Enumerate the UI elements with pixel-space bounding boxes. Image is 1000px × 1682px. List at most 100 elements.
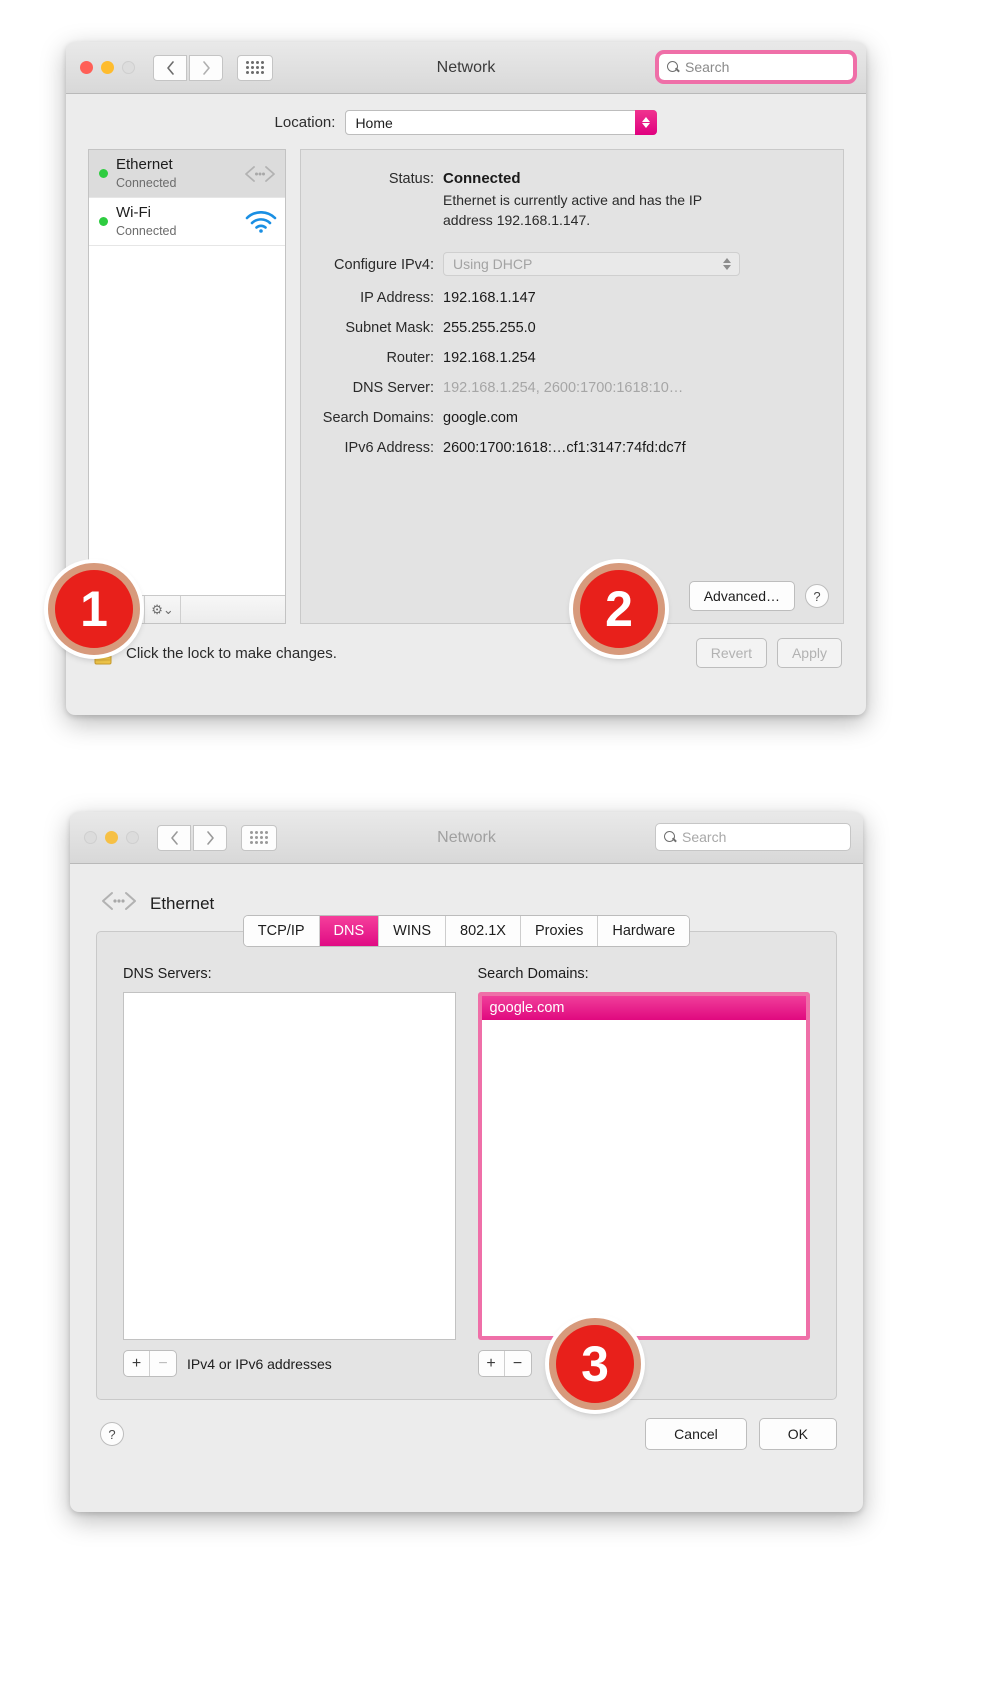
dns-servers-column: DNS Servers: + − IPv4 or IPv6 addresses — [123, 966, 456, 1377]
status-value: Connected — [443, 170, 521, 187]
sidebar-item-wifi[interactable]: Wi-Fi Connected — [89, 198, 285, 246]
revert-button[interactable]: Revert — [695, 638, 767, 668]
chevron-updown-icon[interactable] — [723, 258, 731, 270]
search-icon — [664, 830, 677, 844]
tab-hardware[interactable]: Hardware — [598, 916, 690, 946]
tab-8021x[interactable]: 802.1X — [446, 916, 521, 946]
status-dot-green — [99, 217, 108, 226]
dns-servers-list[interactable] — [123, 992, 456, 1340]
services-list: Ethernet Connected Wi-Fi Connected — [89, 150, 285, 595]
service-status: Connected — [116, 175, 177, 190]
dns-servers-title: DNS Servers: — [123, 966, 212, 982]
search-icon — [667, 60, 680, 74]
search-placeholder: Search — [682, 829, 727, 845]
tab-dns[interactable]: DNS — [319, 916, 380, 946]
dns-servers-addremove: + − — [123, 1350, 177, 1377]
ethernet-icon — [243, 164, 277, 184]
tab-wins[interactable]: WINS — [379, 916, 447, 946]
tab-bar: TCP/IP DNS WINS 802.1X Proxies Hardware — [97, 915, 836, 947]
table-row: Router: 192.168.1.254 — [301, 350, 821, 366]
service-name: Ethernet — [116, 155, 173, 173]
configure-ipv4-select[interactable]: Using DHCP — [443, 252, 740, 276]
zoom-button[interactable] — [126, 831, 139, 844]
forward-button[interactable] — [193, 824, 227, 851]
table-row: Subnet Mask: 255.255.255.0 — [301, 320, 821, 336]
search-domains-tools: + − — [477, 1350, 811, 1377]
close-button[interactable] — [80, 61, 93, 74]
apply-button[interactable]: Apply — [776, 638, 842, 668]
titlebar: Network Search — [70, 812, 863, 864]
search-input[interactable]: Search — [655, 50, 857, 84]
ethernet-icon — [100, 890, 138, 917]
tab-proxies[interactable]: Proxies — [520, 916, 599, 946]
minimize-button[interactable] — [105, 831, 118, 844]
location-value: Home — [355, 114, 393, 131]
services-sidebar: Ethernet Connected Wi-Fi Connected ⚙⌄ — [88, 149, 286, 624]
grid-icon — [250, 831, 268, 844]
search-domains-list[interactable]: google.com — [477, 992, 810, 1340]
wifi-icon — [245, 210, 277, 233]
row-value: 192.168.1.254 — [443, 350, 536, 366]
show-all-button[interactable] — [241, 824, 277, 851]
location-select[interactable]: Home — [345, 110, 658, 135]
search-domains-addremove: + − — [477, 1350, 532, 1377]
configure-ipv4-label: Configure IPv4: — [334, 257, 434, 273]
dns-footer: ? Cancel OK — [70, 1400, 863, 1450]
configure-ipv4-value: Using DHCP — [453, 256, 533, 272]
gear-icon[interactable]: ⚙⌄ — [145, 596, 181, 623]
grid-icon — [246, 61, 264, 74]
search-input[interactable]: Search — [655, 823, 851, 851]
list-item[interactable]: google.com — [481, 996, 806, 1020]
back-button[interactable] — [153, 54, 187, 81]
row-label: IP Address: — [360, 290, 434, 306]
detail-actions: Advanced… ? — [688, 581, 829, 611]
table-row: Search Domains: google.com — [301, 410, 821, 426]
dns-servers-tools: + − IPv4 or IPv6 addresses — [123, 1350, 456, 1377]
row-label: DNS Server: — [352, 380, 434, 396]
window-controls — [80, 61, 135, 74]
nav-buttons — [153, 54, 223, 81]
tabs: TCP/IP DNS WINS 802.1X Proxies Hardware — [242, 915, 691, 947]
service-text: Ethernet Connected — [116, 156, 235, 192]
back-button[interactable] — [157, 824, 191, 851]
advanced-button[interactable]: Advanced… — [688, 581, 795, 611]
lock-bar: Click the lock to make changes. Revert A… — [66, 624, 866, 668]
forward-button[interactable] — [189, 54, 223, 81]
callout-badge-2: 2 — [573, 563, 665, 655]
network-preferences-window: Network Search Location: Home Ethernet C… — [66, 42, 866, 715]
row-label: IPv6 Address: — [344, 440, 434, 456]
add-dns-server-button[interactable]: + — [124, 1351, 150, 1376]
zoom-button[interactable] — [122, 61, 135, 74]
sidebar-item-ethernet[interactable]: Ethernet Connected — [89, 150, 285, 198]
lock-actions: Revert Apply — [695, 638, 842, 668]
row-value: 2600:1700:1618:…cf1:3147:74fd:dc7f — [443, 440, 686, 456]
help-button[interactable]: ? — [805, 584, 829, 608]
window-controls — [84, 831, 139, 844]
status-label: Status: — [388, 171, 434, 187]
status-dot-green — [99, 169, 108, 178]
status-row: Status: Connected Ethernet is currently … — [301, 170, 821, 230]
remove-search-domain-button[interactable]: − — [505, 1351, 531, 1376]
add-search-domain-button[interactable]: + — [479, 1351, 505, 1376]
close-button[interactable] — [84, 831, 97, 844]
minimize-button[interactable] — [101, 61, 114, 74]
ok-button[interactable]: OK — [758, 1418, 837, 1450]
service-text: Wi-Fi Connected — [116, 204, 237, 240]
service-name: Wi-Fi — [116, 203, 151, 221]
cancel-button[interactable]: Cancel — [645, 1418, 747, 1450]
row-label: Router: — [386, 350, 434, 366]
chevron-updown-icon[interactable] — [635, 110, 658, 135]
network-dns-window: Network Search Ethernet TCP/IP DNS WINS … — [70, 812, 863, 1512]
callout-badge-3: 3 — [549, 1318, 641, 1410]
search-placeholder: Search — [685, 59, 730, 75]
help-button[interactable]: ? — [100, 1422, 124, 1446]
table-row: DNS Server: 192.168.1.254, 2600:1700:161… — [301, 380, 821, 396]
tab-tcpip[interactable]: TCP/IP — [243, 916, 320, 946]
interface-name: Ethernet — [150, 893, 215, 913]
nav-buttons — [157, 824, 227, 851]
dns-tab-panel: TCP/IP DNS WINS 802.1X Proxies Hardware … — [96, 915, 837, 1400]
titlebar: Network Search — [66, 42, 866, 94]
remove-dns-server-button[interactable]: − — [150, 1351, 176, 1376]
row-value: google.com — [443, 410, 518, 426]
show-all-button[interactable] — [237, 54, 273, 81]
